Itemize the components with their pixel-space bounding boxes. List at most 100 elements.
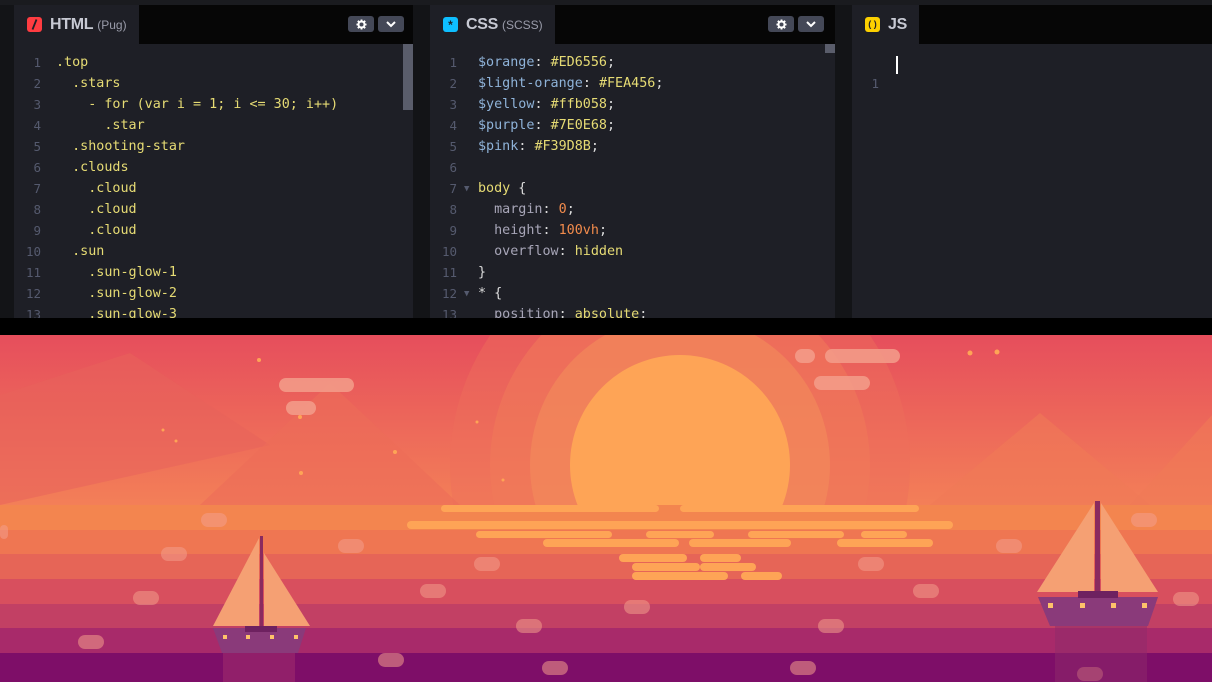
editor-area: HTML (Pug) 1 .top 2 .stars 3 - for (var i =…: [0, 0, 1212, 318]
fold-toggle-icon[interactable]: ▼: [464, 284, 469, 305]
code-line: 1: [852, 52, 1212, 91]
cloud: [825, 349, 900, 363]
code-token: $light-orange: [478, 76, 583, 91]
line-number: 6: [449, 160, 457, 175]
code-token: $pink: [478, 139, 519, 154]
code-line: 6 .clouds: [14, 157, 413, 178]
cloud: [795, 349, 815, 363]
line-number: 10: [441, 244, 457, 259]
code-text: $light-orange: #FEA456;: [478, 73, 663, 94]
code-token: :: [542, 223, 559, 238]
settings-button[interactable]: [768, 16, 794, 32]
code-token: #ED6556: [550, 55, 607, 70]
code-token: :: [558, 244, 575, 259]
tab-css[interactable]: * CSS (SCSS): [430, 5, 555, 44]
code-line: 10 overflow: hidden: [430, 241, 835, 262]
line-number: 6: [33, 160, 41, 175]
line-number: 7: [33, 181, 41, 196]
code-token: * {: [478, 286, 503, 301]
panel-controls: [348, 16, 404, 32]
line-number: 3: [33, 97, 41, 112]
code-text: - for (var i = 1; i <= 30; i++): [56, 97, 339, 112]
panel-divider[interactable]: [0, 318, 1212, 335]
code-editor[interactable]: 1 .top 2 .stars 3 - for (var i = 1; i <= 30…: [14, 44, 413, 318]
code-token: $purple: [478, 118, 535, 133]
line-number: 1: [33, 55, 41, 70]
line-number: 2: [449, 76, 457, 91]
line-number: 8: [449, 202, 457, 217]
code-line: 3 $yellow: #ffb058;: [430, 94, 835, 115]
code-token: $yellow: [478, 97, 535, 112]
code-line: 12 .sun-glow-2: [14, 283, 413, 304]
code-text: .sun-glow-3: [56, 307, 177, 318]
line-number: 3: [449, 97, 457, 112]
tab-js[interactable]: ( ) JS: [852, 5, 919, 44]
tab-sublabel: (SCSS): [502, 17, 543, 32]
code-text: .sun: [56, 244, 105, 259]
code-token: #FEA456: [598, 76, 656, 91]
code-editor[interactable]: 1 $orange: #ED6556; 2 $light-orange: #FEA45…: [430, 44, 835, 318]
code-text: overflow: hidden: [478, 241, 623, 262]
code-text: body {: [478, 178, 526, 199]
scrollbar-thumb[interactable]: [825, 44, 835, 53]
code-text: $pink: #F39D8B;: [478, 136, 599, 157]
gear-icon: [355, 18, 367, 30]
code-text: .shooting-star: [56, 139, 185, 154]
panel-header: HTML (Pug): [14, 5, 413, 44]
code-line: 13 .sun-glow-3: [14, 304, 413, 318]
code-token: 0: [558, 202, 567, 217]
code-line: 4 $purple: #7E0E68;: [430, 115, 835, 136]
line-number: 5: [449, 139, 457, 154]
code-token: #F39D8B: [534, 139, 591, 154]
code-line: 4 .star: [14, 115, 413, 136]
line-number: 4: [449, 118, 457, 133]
preview-pane: [0, 335, 1212, 682]
code-token: :: [534, 55, 551, 70]
code-line: 7 ▼ body {: [430, 178, 835, 199]
scrollbar-thumb[interactable]: [403, 44, 413, 110]
code-line: 8 margin: 0;: [430, 199, 835, 220]
code-text: .sun-glow-2: [56, 286, 177, 301]
code-token: ;: [566, 202, 575, 217]
code-editor[interactable]: 1: [852, 44, 1212, 318]
code-text: .sun-glow-1: [56, 265, 177, 280]
line-number: 8: [33, 202, 41, 217]
line-number: 13: [441, 307, 457, 318]
tab-html[interactable]: HTML (Pug): [14, 5, 139, 44]
collapse-button[interactable]: [798, 16, 824, 32]
code-token: ;: [598, 223, 607, 238]
code-line: 7 .cloud: [14, 178, 413, 199]
code-line: 10 .sun: [14, 241, 413, 262]
code-token: body: [478, 181, 511, 196]
code-line: 9 .cloud: [14, 220, 413, 241]
code-token: #ffb058: [550, 97, 607, 112]
line-number: 12: [25, 286, 41, 301]
code-line: 8 .cloud: [14, 199, 413, 220]
cloud: [814, 376, 870, 390]
cloud: [279, 378, 354, 392]
js-editor-panel: ( ) JS 1: [852, 5, 1212, 318]
line-number: 11: [441, 265, 457, 280]
line-number: 9: [449, 223, 457, 238]
code-text: .cloud: [56, 181, 137, 196]
code-text: }: [478, 262, 486, 283]
code-text: position: absolute;: [478, 304, 647, 318]
code-token: ;: [607, 55, 616, 70]
code-text: .top: [56, 55, 89, 70]
tab-label: CSS: [466, 15, 498, 33]
css-logo-icon: *: [443, 17, 458, 32]
fold-toggle-icon[interactable]: ▼: [464, 179, 469, 200]
settings-button[interactable]: [348, 16, 374, 32]
code-token: ;: [590, 139, 599, 154]
code-token: #7E0E68: [550, 118, 607, 133]
panel-header: * CSS (SCSS): [430, 5, 835, 44]
code-token: overflow: [478, 244, 559, 259]
tab-label: JS: [888, 15, 907, 33]
code-token: ;: [655, 76, 664, 91]
code-token: height: [478, 223, 543, 238]
code-token: $orange: [478, 55, 535, 70]
code-line: 6: [430, 157, 835, 178]
js-logo-icon: ( ): [865, 17, 880, 32]
collapse-button[interactable]: [378, 16, 404, 32]
code-line: 13 position: absolute;: [430, 304, 835, 318]
